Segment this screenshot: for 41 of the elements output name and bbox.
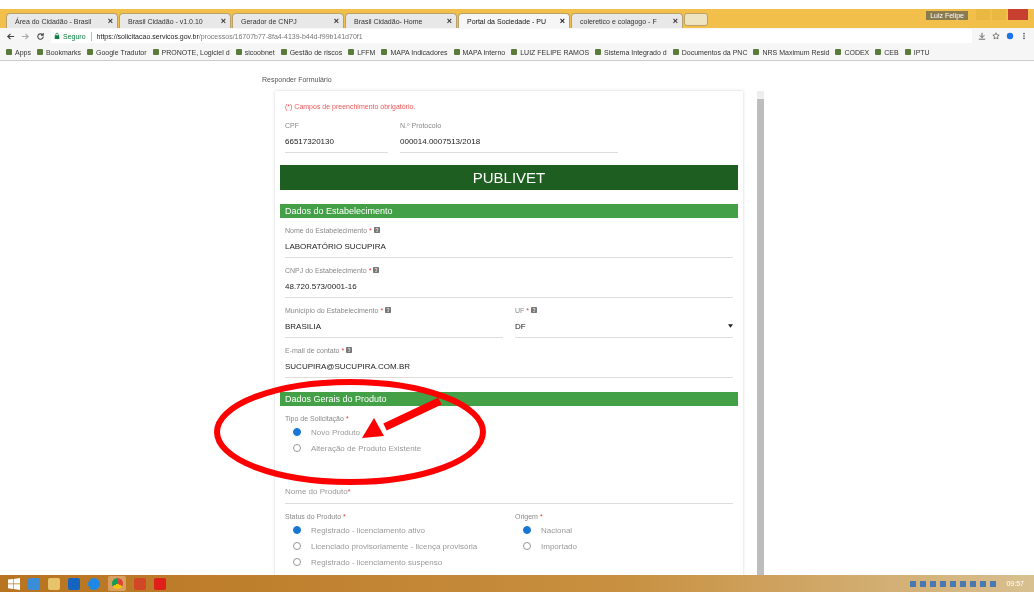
radio-button[interactable] [293, 444, 301, 453]
input-field[interactable]: 48.720.573/0001-16 [285, 273, 733, 298]
section-header: Dados Gerais do Produto [280, 391, 738, 406]
input-field[interactable]: 000014.0007513/2018 [400, 128, 618, 153]
new-tab-button[interactable] [684, 13, 708, 26]
radio-button[interactable] [523, 542, 531, 551]
input-field[interactable]: SUCUPIRA@SUCUPIRA.COM.BR [285, 353, 733, 378]
windows-start-icon[interactable] [8, 577, 20, 590]
form-banner: PUBLIVET [280, 164, 738, 190]
radio-label: Novo Produto [311, 427, 360, 437]
lock-icon [54, 32, 60, 41]
radio-label: Importado [541, 541, 578, 551]
radio-label: Alteração de Produto Existente [311, 443, 422, 453]
reload-icon[interactable] [36, 32, 45, 41]
radio-button[interactable] [523, 526, 531, 535]
help-icon[interactable] [373, 227, 380, 234]
radio-label: Nacional [541, 525, 573, 535]
help-icon[interactable] [531, 307, 538, 314]
dropdown[interactable]: DF [515, 313, 733, 338]
section-header: Dados do Estabelecimento [280, 203, 738, 218]
radio-label: Licenciado provisoriamente - licença provisória [311, 541, 478, 551]
forward-icon[interactable] [21, 32, 30, 41]
input-field[interactable]: BRASILIA [285, 313, 503, 338]
back-icon[interactable] [6, 32, 15, 41]
radio-button[interactable] [293, 558, 301, 567]
help-icon[interactable] [385, 307, 392, 314]
star-icon[interactable] [992, 32, 1000, 41]
field-placeholder: Nome do Produto [285, 486, 348, 496]
menu-icon[interactable] [1020, 32, 1028, 41]
radio-button[interactable] [293, 526, 301, 535]
download-icon[interactable] [978, 32, 986, 41]
help-icon[interactable] [373, 267, 380, 274]
radio-label: Registrado - licenciamento ativo [311, 525, 425, 535]
scrollbar[interactable] [757, 90, 764, 576]
help-icon[interactable] [346, 347, 353, 354]
radio-button[interactable] [293, 428, 301, 437]
radio-label: Registrado - licenciamento suspenso [311, 557, 443, 567]
radio-button[interactable] [293, 542, 301, 551]
input-field[interactable]: LABORATÓRIO SUCUPIRA [285, 233, 733, 258]
input-field[interactable]: 66517320130 [285, 128, 388, 153]
caret-icon [728, 324, 733, 329]
